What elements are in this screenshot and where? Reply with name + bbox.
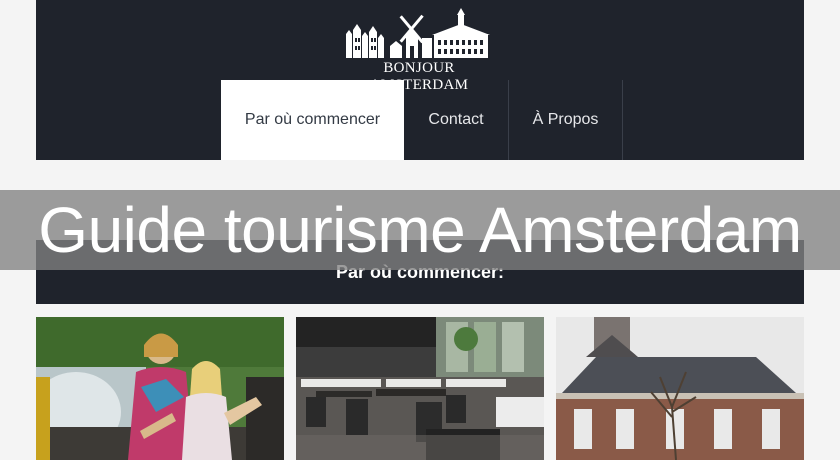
site-header: BONJOUR AMSTERDAM Par où commencer Conta… [36, 0, 804, 160]
nav-item-contact[interactable]: Contact [404, 80, 509, 160]
amsterdam-canal-houses-windmill-icon [346, 8, 490, 58]
site-logo[interactable]: BONJOUR AMSTERDAM [334, 8, 504, 93]
family-boat-splash-photo [36, 317, 284, 460]
main-nav: Par où commencer Contact À Propos [221, 80, 623, 160]
church-building-photo [556, 317, 804, 460]
article-card-1[interactable] [36, 317, 284, 460]
page-title-banner: Guide tourisme Amsterdam [0, 190, 840, 270]
page-title: Guide tourisme Amsterdam [38, 194, 802, 266]
article-card-2[interactable] [296, 317, 544, 460]
nav-item-a-propos[interactable]: À Propos [509, 80, 623, 160]
restaurant-interior-photo [296, 317, 544, 460]
nav-item-par-ou-commencer[interactable]: Par où commencer [221, 80, 404, 160]
article-card-3[interactable] [556, 317, 804, 460]
